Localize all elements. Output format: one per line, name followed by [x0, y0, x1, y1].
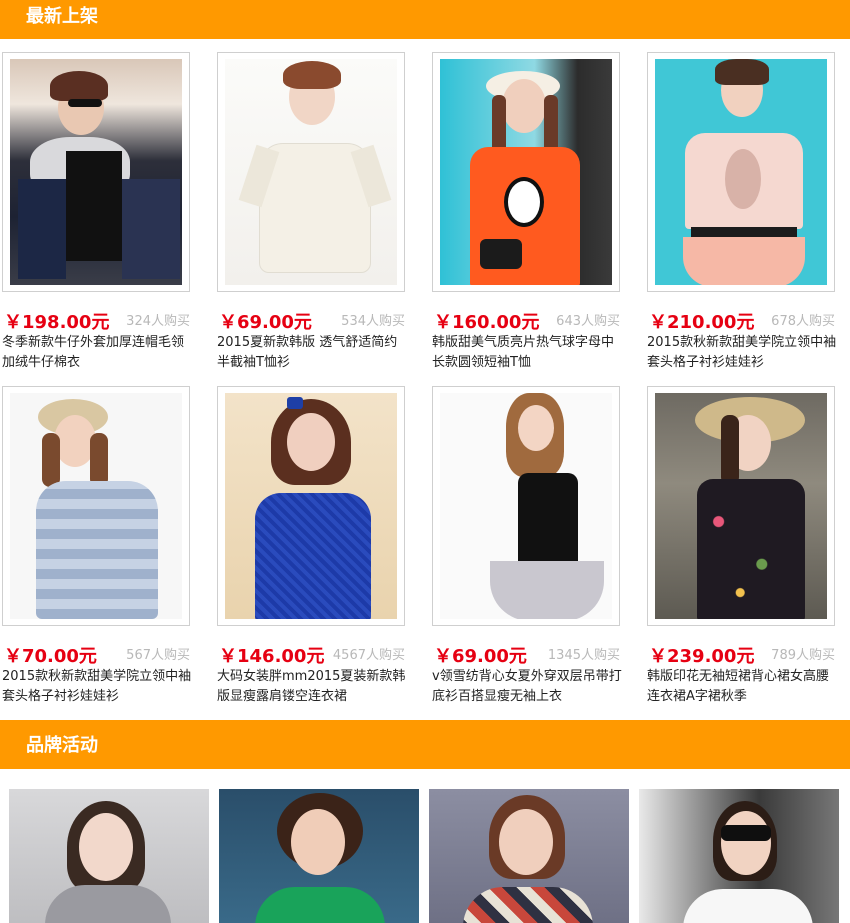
price-row: ￥210.00元 678人购买 — [649, 308, 835, 333]
product-image-frame[interactable] — [217, 52, 405, 292]
sold-count: 567人购买 — [126, 648, 190, 663]
product-photo[interactable] — [225, 393, 397, 619]
sold-count: 324人购买 — [126, 314, 190, 329]
product-photo[interactable] — [10, 393, 182, 619]
product-title[interactable]: 2015夏新款韩版 透气舒适简约半截袖T恤衫 — [217, 333, 407, 373]
product-image-frame[interactable] — [432, 52, 620, 292]
price-row: ￥146.00元 4567人购买 — [219, 642, 405, 667]
product-photo[interactable] — [440, 393, 612, 619]
product-photo[interactable] — [655, 393, 827, 619]
product-image-frame[interactable] — [217, 386, 405, 626]
product-photo[interactable] — [10, 59, 182, 285]
price-row: ￥198.00元 324人购买 — [4, 308, 190, 333]
product-title[interactable]: 冬季新款牛仔外套加厚连帽毛领加绒牛仔棉衣 — [2, 333, 192, 373]
sold-count: 534人购买 — [341, 314, 405, 329]
brand-banner[interactable] — [429, 789, 629, 923]
product-image-frame[interactable] — [2, 52, 190, 292]
product-title[interactable]: 2015款秋新款甜美学院立领中袖套头格子衬衫娃娃衫 — [2, 667, 192, 707]
product-price: ￥70.00元 — [4, 646, 97, 667]
brand-banner[interactable] — [219, 789, 419, 923]
product-price: ￥198.00元 — [4, 312, 110, 333]
section-title: 品牌活动 — [26, 735, 98, 756]
sold-count: 1345人购买 — [547, 648, 620, 663]
product-price: ￥69.00元 — [434, 646, 527, 667]
product-image-frame[interactable] — [647, 52, 835, 292]
product-image-frame[interactable] — [432, 386, 620, 626]
brand-activity-row — [0, 785, 850, 923]
product-price: ￥210.00元 — [649, 312, 755, 333]
price-row: ￥160.00元 643人购买 — [434, 308, 620, 333]
product-photo[interactable] — [225, 59, 397, 285]
product-image-frame[interactable] — [2, 386, 190, 626]
brand-banner[interactable] — [639, 789, 839, 923]
product-photo[interactable] — [655, 59, 827, 285]
product-title[interactable]: 韩版印花无袖短裙背心裙女高腰连衣裙A字裙秋季 — [647, 667, 837, 707]
product-price: ￥69.00元 — [219, 312, 312, 333]
price-row: ￥239.00元 789人购买 — [649, 642, 835, 667]
product-price: ￥146.00元 — [219, 646, 325, 667]
sold-count: 678人购买 — [771, 314, 835, 329]
sold-count: 643人购买 — [556, 314, 620, 329]
price-row: ￥70.00元 567人购买 — [4, 642, 190, 667]
product-title[interactable]: 韩版甜美气质亮片热气球字母中长款圆领短袖T恤 — [432, 333, 622, 373]
section-header-new-arrivals: 最新上架 — [0, 0, 850, 39]
section-header-brand-activity: 品牌活动 — [0, 720, 850, 769]
price-row: ￥69.00元 1345人购买 — [434, 642, 620, 667]
product-title[interactable]: v领雪纺背心女夏外穿双层吊带打底衫百搭显瘦无袖上衣 — [432, 667, 622, 707]
product-price: ￥160.00元 — [434, 312, 540, 333]
section-title: 最新上架 — [26, 6, 98, 27]
brand-banner[interactable] — [9, 789, 209, 923]
sold-count: 4567人购买 — [332, 648, 405, 663]
sold-count: 789人购买 — [771, 648, 835, 663]
product-title[interactable]: 大码女装胖mm2015夏装新款韩版显瘦露肩镂空连衣裙 — [217, 667, 407, 707]
product-title[interactable]: 2015款秋新款甜美学院立领中袖套头格子衬衫娃娃衫 — [647, 333, 837, 373]
product-image-frame[interactable] — [647, 386, 835, 626]
price-row: ￥69.00元 534人购买 — [219, 308, 405, 333]
product-price: ￥239.00元 — [649, 646, 755, 667]
product-photo[interactable] — [440, 59, 612, 285]
